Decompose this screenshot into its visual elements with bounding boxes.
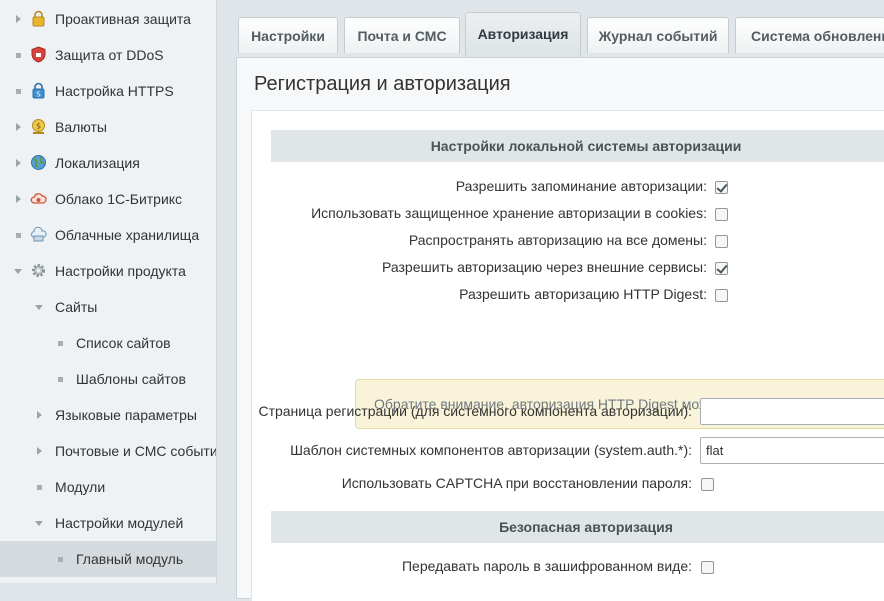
https-lock-icon: S: [30, 82, 47, 99]
globe-icon: [30, 154, 47, 171]
tab-mail-sms[interactable]: Почта и СМС: [344, 17, 460, 53]
cloud-icon: [30, 190, 47, 207]
http-digest-label: Разрешить авторизацию HTTP Digest:: [459, 286, 707, 302]
expand-arrow-icon[interactable]: [12, 109, 24, 145]
sidebar-item-mail-sms-events[interactable]: Почтовые и СМС события: [0, 433, 216, 469]
sidebar-item-product-settings[interactable]: Настройки продукта: [0, 253, 216, 289]
expand-arrow-icon[interactable]: [12, 1, 24, 37]
sidebar-item-label: Настройки модулей: [55, 515, 184, 531]
encrypt-password-label: Передавать пароль в зашифрованном виде:: [401, 558, 692, 574]
lock-icon: [30, 10, 47, 27]
sidebar-item-label: Языковые параметры: [55, 407, 197, 423]
sidebar-item-label: Локализация: [55, 155, 140, 171]
secure-cookie-label: Использовать защищенное хранение авториз…: [311, 205, 707, 221]
collapse-arrow-icon[interactable]: [33, 289, 45, 325]
sidebar-item-label: Защита от DDoS: [55, 47, 164, 63]
expand-arrow-icon[interactable]: [12, 181, 24, 217]
section-heading-secure-auth: Безопасная авторизация: [271, 511, 884, 543]
sidebar-item-localization[interactable]: Локализация: [0, 145, 216, 181]
tab-settings[interactable]: Настройки: [238, 17, 338, 53]
bullet-icon: [12, 73, 24, 109]
registration-page-input[interactable]: [700, 398, 884, 425]
all-domains-checkbox[interactable]: [715, 235, 728, 248]
sidebar-item-cloud-storage[interactable]: Облачные хранилища: [0, 217, 216, 253]
page-title: Регистрация и авторизация: [254, 73, 511, 95]
sidebar-item-label: Главный модуль: [76, 551, 184, 567]
sidebar-item-label: Сайты: [55, 299, 98, 315]
encrypt-password-checkbox[interactable]: [701, 561, 714, 574]
sidebar-item-site-list[interactable]: Список сайтов: [0, 325, 216, 361]
registration-page-row: Страница регистрации (для системного ком…: [252, 403, 692, 421]
sidebar-item-bitrix-cloud[interactable]: Облако 1С-Битрикс: [0, 181, 216, 217]
external-services-label: Разрешить авторизацию через внешние серв…: [382, 259, 707, 275]
sidebar-item-label: Список сайтов: [76, 335, 171, 351]
sidebar-item-label: Модули: [55, 479, 106, 495]
section-heading-local-auth: Настройки локальной системы авторизации: [271, 130, 884, 162]
collapse-arrow-icon[interactable]: [33, 505, 45, 541]
sidebar-item-label: Почтовые и СМС события: [55, 443, 217, 459]
sidebar-item-proactive-protection[interactable]: Проактивная защита: [0, 1, 216, 37]
shield-icon: [30, 46, 47, 63]
sidebar-item-label: Настройки продукта: [55, 263, 186, 279]
gear-icon: [30, 262, 47, 279]
sidebar-item-modules[interactable]: Модули: [0, 469, 216, 505]
sidebar-item-currencies[interactable]: $ Валюты: [0, 109, 216, 145]
sidebar-item-language-settings[interactable]: Языковые параметры: [0, 397, 216, 433]
auth-template-row: Шаблон системных компонентов авторизации…: [252, 442, 692, 460]
bullet-icon: [33, 469, 45, 505]
bullet-icon: [54, 541, 66, 577]
remember-auth-label: Разрешить запоминание авторизации:: [455, 178, 707, 194]
expand-arrow-icon[interactable]: [33, 433, 45, 469]
sidebar-item-label: Облако 1С-Битрикс: [55, 191, 183, 207]
remember-auth-row: Разрешить запоминание авторизации:: [252, 178, 707, 196]
remember-auth-checkbox[interactable]: [715, 181, 728, 194]
external-services-row: Разрешить авторизацию через внешние серв…: [252, 259, 707, 277]
tab-authorization[interactable]: Авторизация: [465, 12, 581, 57]
bullet-icon: [54, 325, 66, 361]
sidebar-item-https-settings[interactable]: S Настройка HTTPS: [0, 73, 216, 109]
sidebar-item-module-settings[interactable]: Настройки модулей: [0, 505, 216, 541]
sidebar-item-label: Проактивная защита: [55, 11, 191, 27]
all-domains-label: Распространять авторизацию на все домены…: [408, 232, 707, 248]
sidebar-item-ddos-protection[interactable]: Защита от DDoS: [0, 37, 216, 73]
tab-content-panel: Регистрация и авторизация Настройки лока…: [236, 57, 884, 601]
captcha-checkbox[interactable]: [701, 478, 714, 491]
captcha-row: Использовать CAPTCHA при восстановлении …: [252, 475, 692, 493]
http-digest-checkbox[interactable]: [715, 289, 728, 302]
expand-arrow-icon[interactable]: [33, 397, 45, 433]
svg-text:S: S: [36, 91, 41, 99]
collapse-arrow-icon[interactable]: [12, 253, 24, 289]
sidebar-item-label: Валюты: [55, 119, 107, 135]
encrypt-password-row: Передавать пароль в зашифрованном виде:: [252, 558, 692, 576]
sidebar-item-sites[interactable]: Сайты: [0, 289, 216, 325]
storage-icon: [30, 226, 47, 243]
svg-text:$: $: [36, 122, 41, 131]
coin-icon: $: [30, 118, 47, 135]
secure-cookie-checkbox[interactable]: [715, 208, 728, 221]
expand-arrow-icon[interactable]: [12, 145, 24, 181]
settings-form: Настройки локальной системы авторизации …: [251, 110, 884, 601]
sidebar-item-main-module[interactable]: Главный модуль: [0, 541, 216, 577]
sidebar-item-label: Шаблоны сайтов: [76, 371, 186, 387]
external-services-checkbox[interactable]: [715, 262, 728, 275]
sidebar-item-label: Настройка HTTPS: [55, 83, 174, 99]
captcha-label: Использовать CAPTCHA при восстановлении …: [341, 475, 692, 491]
sidebar: Проактивная защита Защита от DDoS S Наст…: [0, 0, 217, 583]
auth-template-input[interactable]: [700, 437, 884, 464]
bullet-icon: [12, 37, 24, 73]
tab-event-log[interactable]: Журнал событий: [587, 17, 729, 53]
bullet-icon: [12, 217, 24, 253]
secure-cookie-row: Использовать защищенное хранение авториз…: [252, 205, 707, 223]
auth-template-label: Шаблон системных компонентов авторизации…: [290, 442, 692, 458]
http-digest-row: Разрешить авторизацию HTTP Digest:: [252, 286, 707, 304]
sidebar-item-site-templates[interactable]: Шаблоны сайтов: [0, 361, 216, 397]
sidebar-item-label: Облачные хранилища: [55, 227, 200, 243]
bullet-icon: [54, 361, 66, 397]
tab-bar: Настройки Почта и СМС Авторизация Журнал…: [236, 0, 884, 57]
registration-page-label: Страница регистрации (для системного ком…: [258, 403, 692, 419]
tab-update-system[interactable]: Система обновлений: [735, 17, 884, 53]
all-domains-row: Распространять авторизацию на все домены…: [252, 232, 707, 250]
